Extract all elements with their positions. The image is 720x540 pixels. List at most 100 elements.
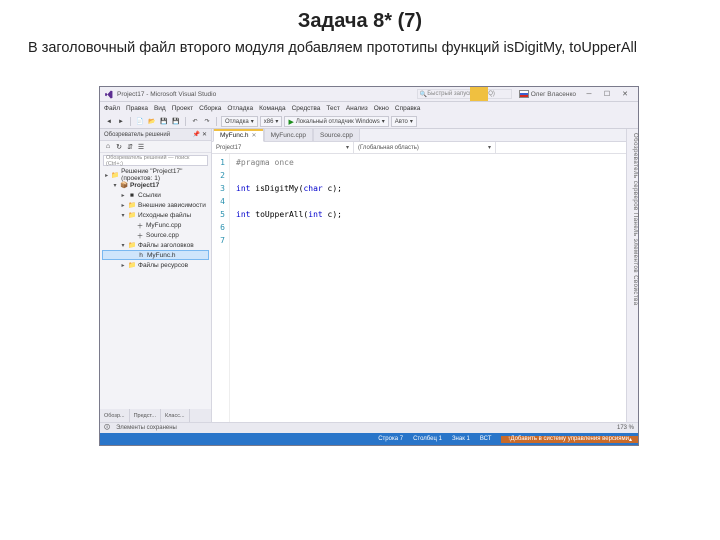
- tab-myfunc-h[interactable]: MyFunc.h✕: [213, 129, 264, 142]
- sidebar-tab-view[interactable]: Предст...: [130, 409, 161, 422]
- save-all-icon[interactable]: 💾: [171, 117, 181, 127]
- sidebar-tab-class[interactable]: Класс...: [161, 409, 190, 422]
- tree-external[interactable]: ▸📁Внешние зависимости: [102, 200, 209, 210]
- status-col: Столбец 1: [413, 436, 442, 442]
- code-lines[interactable]: #pragma once int isDigitMy(char c); int …: [230, 154, 638, 422]
- status-ins: ВСТ: [480, 436, 492, 442]
- code-line-5: int toUpperAll(int c);: [236, 208, 638, 221]
- menu-debug[interactable]: Отладка: [227, 105, 253, 112]
- menu-project[interactable]: Проект: [172, 105, 193, 112]
- tree-file-source-cpp[interactable]: ＋Source.cpp: [102, 230, 209, 240]
- sidebar-search[interactable]: Обозреватель решений — поиск (Ctrl+;): [103, 155, 208, 166]
- nav-bar: Project17▾ (Глобальная область)▾ ▾: [212, 142, 638, 154]
- menubar: Файл Правка Вид Проект Сборка Отладка Ко…: [100, 102, 638, 115]
- code-line-2: [236, 169, 638, 182]
- code-line-6: [236, 221, 638, 234]
- titlebar: Project17 - Microsoft Visual Studio 🔍 Бы…: [100, 87, 638, 102]
- cpp-icon: ＋: [136, 221, 144, 229]
- forward-icon[interactable]: ►: [116, 117, 126, 127]
- close-button[interactable]: ✕: [616, 88, 634, 100]
- thread-dropdown[interactable]: Авто▾: [391, 116, 417, 127]
- status-line: Строка 7: [378, 436, 403, 442]
- home-icon[interactable]: ⌂: [103, 142, 113, 152]
- line-gutter: 1 2 3 4 5 6 7: [212, 154, 230, 422]
- bottom-panel-label: Элементы сохранены: [116, 425, 177, 431]
- nav-member-dropdown[interactable]: ▾: [496, 142, 638, 153]
- visual-studio-window: Project17 - Microsoft Visual Studio 🔍 Бы…: [99, 86, 639, 446]
- solution-explorer: Обозреватель решений 📌 ✕ ⌂ ↻ ⇵ ☰ Обозрев…: [100, 129, 212, 422]
- status-vcs[interactable]: ↑ Добавить в систему управления версиями…: [501, 436, 638, 443]
- menu-build[interactable]: Сборка: [199, 105, 221, 112]
- redo-icon[interactable]: ↷: [202, 117, 212, 127]
- right-sidebar-tabs[interactable]: Обозреватель серверов Панель элементов С…: [626, 129, 638, 422]
- menu-edit[interactable]: Правка: [126, 105, 148, 112]
- folder-icon: 📁: [128, 261, 136, 269]
- code-line-3: int isDigitMy(char c);: [236, 182, 638, 195]
- new-icon[interactable]: 📄: [135, 117, 145, 127]
- editor: MyFunc.h✕ MyFunc.cpp Source.cpp Project1…: [212, 129, 638, 422]
- status-saved: 🛈: [104, 423, 110, 433]
- account[interactable]: Олег Власенко: [519, 90, 576, 98]
- nav-scope-dropdown[interactable]: (Глобальная область)▾: [354, 142, 496, 153]
- sidebar-titlebar: Обозреватель решений 📌 ✕: [100, 129, 211, 141]
- editor-tabs: MyFunc.h✕ MyFunc.cpp Source.cpp: [212, 129, 638, 142]
- nav-project-dropdown[interactable]: Project17▾: [212, 142, 354, 153]
- bottom-panel: 🛈 Элементы сохранены 173 %: [100, 422, 638, 433]
- tree-headers[interactable]: ▾📁Файлы заголовков: [102, 240, 209, 250]
- quick-launch-input[interactable]: 🔍 Быстрый запуск (Ctrl+Q): [417, 89, 512, 99]
- minimize-button[interactable]: ─: [580, 88, 598, 100]
- tree-references[interactable]: ▸■Ссылки: [102, 190, 209, 200]
- flag-icon: [519, 90, 529, 98]
- menu-analyze[interactable]: Анализ: [346, 105, 368, 112]
- close-icon[interactable]: ✕: [252, 132, 257, 139]
- tree-file-myfunc-h[interactable]: hMyFunc.h: [102, 250, 209, 260]
- collapse-icon[interactable]: ⇵: [125, 142, 135, 152]
- tree-solution[interactable]: ▸📁Решение "Project17" (проектов: 1): [102, 170, 209, 180]
- menu-team[interactable]: Команда: [259, 105, 285, 112]
- menu-file[interactable]: Файл: [104, 105, 120, 112]
- solution-tree: ▸📁Решение "Project17" (проектов: 1) ▾📦Pr…: [100, 168, 211, 272]
- menu-tools[interactable]: Средства: [292, 105, 321, 112]
- tree-source[interactable]: ▾📁Исходные файлы: [102, 210, 209, 220]
- account-name: Олег Власенко: [531, 91, 576, 98]
- menu-view[interactable]: Вид: [154, 105, 166, 112]
- vs-logo-icon: [104, 90, 113, 99]
- refresh-icon[interactable]: ↻: [114, 142, 124, 152]
- project-icon: 📦: [120, 181, 128, 189]
- tab-source-cpp[interactable]: Source.cpp: [313, 128, 360, 141]
- pin-icon[interactable]: 📌 ✕: [193, 131, 207, 138]
- status-char: Знак 1: [452, 436, 470, 442]
- undo-icon[interactable]: ↶: [190, 117, 200, 127]
- folder-icon: 📁: [128, 211, 136, 219]
- save-icon[interactable]: 💾: [159, 117, 169, 127]
- sidebar-title-text: Обозреватель решений: [104, 132, 170, 138]
- folder-icon: 📁: [128, 241, 136, 249]
- sidebar-bottom-tabs: Обозр... Предст... Класс...: [100, 409, 211, 422]
- notification-badge[interactable]: [470, 87, 488, 101]
- run-button[interactable]: ▶Локальный отладчик Windows▾: [284, 116, 388, 127]
- code-area[interactable]: 1 2 3 4 5 6 7 #pragma once int isDigitMy…: [212, 154, 638, 422]
- tree-file-myfunc-cpp[interactable]: ＋MyFunc.cpp: [102, 220, 209, 230]
- solution-icon: 📁: [111, 171, 119, 179]
- platform-dropdown[interactable]: x86▾: [260, 116, 283, 127]
- status-bar: Строка 7 Столбец 1 Знак 1 ВСТ ↑ Добавить…: [100, 433, 638, 445]
- slide-title: Задача 8* (7): [0, 0, 720, 39]
- menu-help[interactable]: Справка: [395, 105, 421, 112]
- maximize-button[interactable]: ☐: [598, 88, 616, 100]
- menu-test[interactable]: Тест: [326, 105, 339, 112]
- code-line-7: [236, 234, 638, 247]
- properties-icon[interactable]: ☰: [136, 142, 146, 152]
- config-dropdown[interactable]: Отладка▾: [221, 116, 258, 127]
- tab-myfunc-cpp[interactable]: MyFunc.cpp: [264, 128, 313, 141]
- play-icon: ▶: [288, 118, 293, 126]
- h-icon: h: [137, 251, 145, 259]
- tree-resources[interactable]: ▸📁Файлы ресурсов: [102, 260, 209, 270]
- sidebar-toolbar: ⌂ ↻ ⇵ ☰: [100, 141, 211, 153]
- open-icon[interactable]: 📂: [147, 117, 157, 127]
- toolbar: ◄ ► 📄 📂 💾 💾 ↶ ↷ Отладка▾ x86▾ ▶Локальный…: [100, 115, 638, 129]
- code-line-1: #pragma once: [236, 156, 638, 169]
- zoom-level[interactable]: 173 %: [617, 425, 634, 431]
- back-icon[interactable]: ◄: [104, 117, 114, 127]
- sidebar-tab-explorer[interactable]: Обозр...: [100, 409, 130, 422]
- menu-window[interactable]: Окно: [374, 105, 389, 112]
